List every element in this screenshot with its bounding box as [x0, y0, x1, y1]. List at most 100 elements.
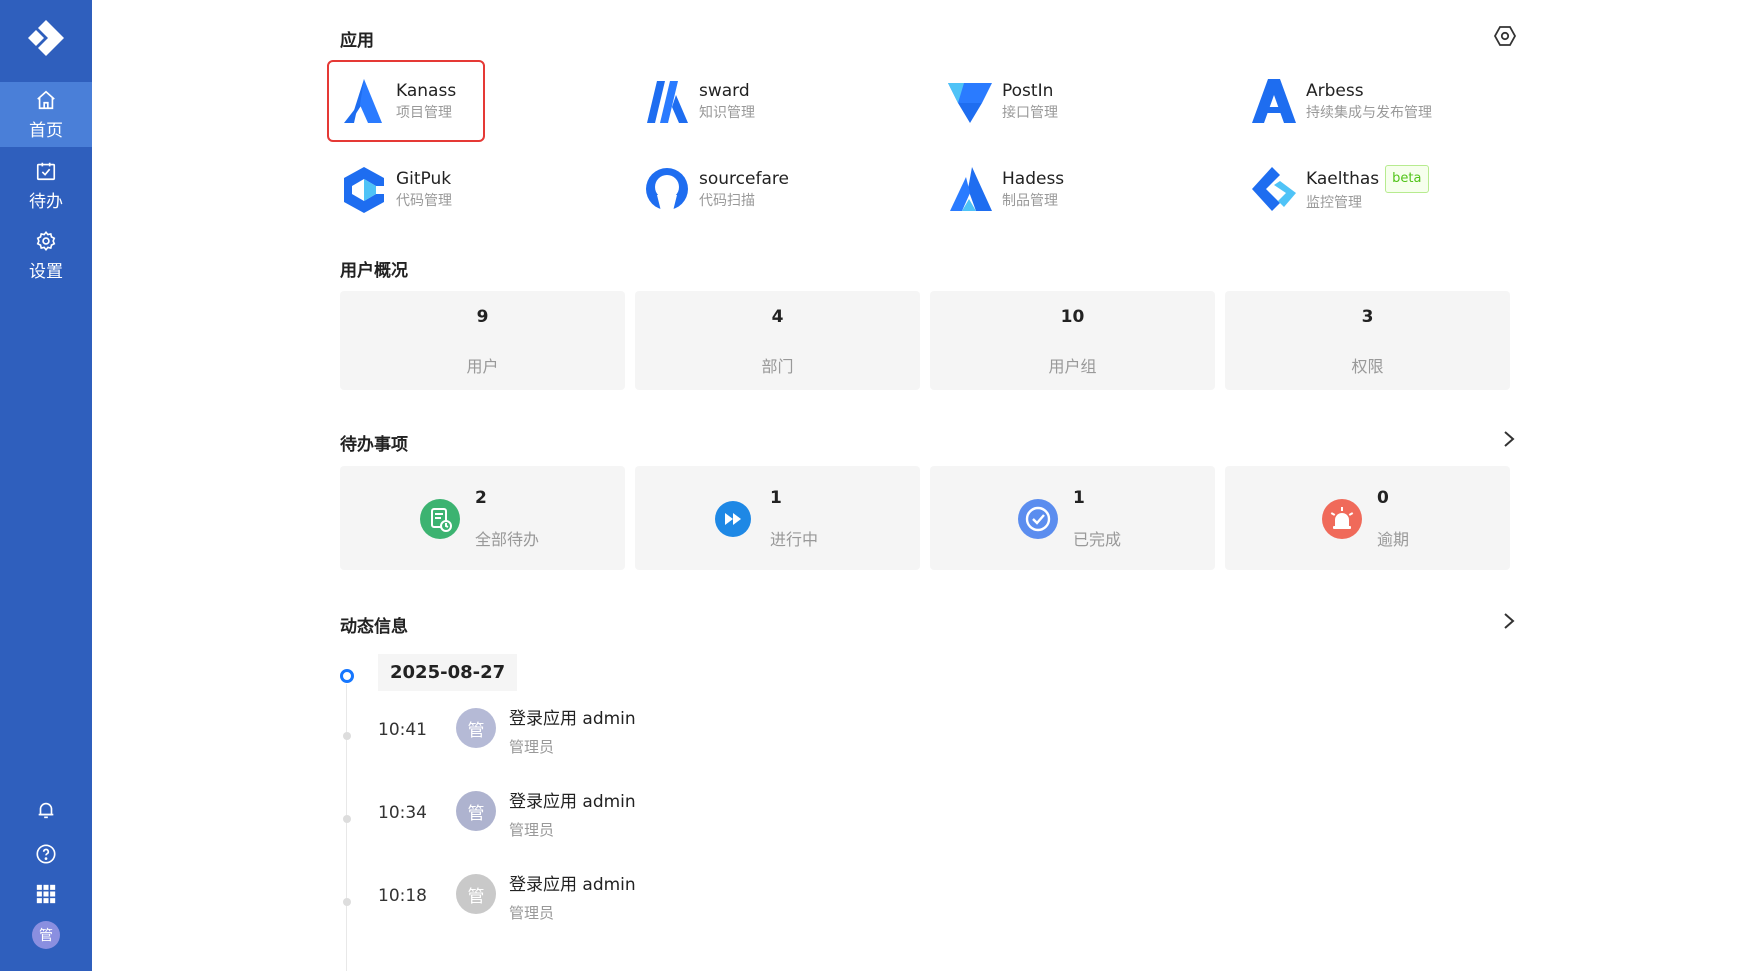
app-postin[interactable]: PostIn 接口管理	[946, 69, 1058, 133]
app-desc: 代码管理	[396, 193, 452, 209]
chevron-right-icon[interactable]	[1502, 430, 1516, 448]
app-name: Kanass	[396, 81, 457, 101]
gitpuk-logo-icon	[344, 167, 384, 213]
sidebar-item-label: 首页	[29, 120, 63, 141]
timeline-dot	[343, 815, 351, 823]
app-kanass[interactable]: Kanass 项目管理	[340, 69, 456, 133]
todo-label: 逾期	[1377, 530, 1410, 549]
stat-card-user-groups[interactable]: 10 用户组	[930, 291, 1215, 390]
stat-label: 用户组	[1048, 357, 1097, 376]
app-desc: 接口管理	[1002, 105, 1058, 121]
timeline-date-marker	[340, 669, 354, 683]
app-name: Arbess	[1306, 81, 1364, 101]
beta-badge: beta	[1385, 165, 1429, 193]
sidebar: 首页 待办 设置 管	[0, 0, 92, 971]
todo-card-completed[interactable]: 1 已完成	[930, 466, 1215, 570]
todo-value: 2	[475, 488, 487, 508]
app-desc: 持续集成与发布管理	[1306, 105, 1432, 121]
avatar: 管	[456, 791, 496, 831]
activity-action: 登录应用 admin	[509, 875, 636, 895]
app-name: Hadess	[1002, 169, 1065, 189]
activity-time: 10:41	[378, 720, 427, 740]
app-arbess[interactable]: Arbess 持续集成与发布管理	[1250, 69, 1432, 133]
chevron-right-icon[interactable]	[1502, 612, 1516, 630]
avatar: 管	[32, 921, 60, 949]
activity-time: 10:34	[378, 803, 427, 823]
app-name: sward	[699, 81, 750, 101]
task-list-icon	[420, 499, 460, 539]
help-icon	[36, 844, 56, 864]
app-hadess[interactable]: Hadess 制品管理	[946, 157, 1064, 221]
app-name: Kaelthas beta	[1306, 165, 1429, 193]
sidebar-item-settings[interactable]: 设置	[0, 223, 92, 288]
stat-value: 4	[771, 307, 784, 327]
sward-logo-icon	[647, 81, 688, 123]
app-grid-button[interactable]	[0, 883, 92, 905]
bell-icon	[38, 802, 54, 819]
sidebar-item-label: 待办	[29, 191, 63, 212]
alarm-icon	[1322, 499, 1362, 539]
app-name: PostIn	[1002, 81, 1054, 101]
todo-label: 全部待办	[475, 530, 540, 549]
activity-role: 管理员	[509, 904, 555, 922]
user-avatar-button[interactable]: 管	[0, 921, 92, 949]
app-gitpuk[interactable]: GitPuk 代码管理	[340, 157, 452, 221]
hadess-logo-icon	[950, 167, 992, 211]
todo-card-all[interactable]: 2 全部待办	[340, 466, 625, 570]
todos-section-title: 待办事项	[340, 435, 408, 455]
kanass-logo-icon	[344, 79, 382, 123]
app-name: sourcefare	[699, 169, 789, 189]
avatar: 管	[456, 708, 496, 748]
overview-section-title: 用户概况	[340, 261, 408, 281]
todo-value: 1	[770, 488, 782, 508]
sourcefare-logo-icon	[646, 168, 688, 211]
stat-card-users[interactable]: 9 用户	[340, 291, 625, 390]
stat-card-permissions[interactable]: 3 权限	[1225, 291, 1510, 390]
app-desc: 代码扫描	[699, 193, 755, 209]
stat-label: 用户	[466, 357, 499, 376]
check-circle-icon	[1018, 499, 1058, 539]
todo-value: 0	[1377, 488, 1389, 508]
todo-value: 1	[1073, 488, 1085, 508]
app-name-text: Kaelthas	[1306, 169, 1380, 189]
timeline-date: 2025-08-27	[378, 654, 518, 691]
timeline-dot	[343, 898, 351, 906]
todo-card-overdue[interactable]: 0 逾期	[1225, 466, 1510, 570]
timeline-line	[346, 684, 347, 971]
kaelthas-logo-icon	[1252, 167, 1296, 211]
grid-icon	[36, 884, 56, 904]
app-name: GitPuk	[396, 169, 452, 189]
home-icon	[37, 90, 55, 109]
app-settings-icon[interactable]	[1493, 24, 1517, 48]
calendar-check-icon	[36, 162, 56, 180]
fast-forward-icon	[715, 501, 751, 537]
avatar: 管	[456, 874, 496, 914]
app-kaelthas[interactable]: Kaelthas beta 监控管理	[1250, 157, 1429, 221]
app-sourcefare[interactable]: sourcefare 代码扫描	[643, 157, 789, 221]
stat-label: 权限	[1351, 357, 1384, 376]
activity-action: 登录应用 admin	[509, 709, 636, 729]
apps-section-title: 应用	[340, 31, 374, 51]
todo-label: 进行中	[770, 530, 819, 549]
sidebar-item-todo[interactable]: 待办	[0, 153, 92, 218]
app-desc: 监控管理	[1306, 195, 1362, 211]
timeline-dot	[343, 732, 351, 740]
stat-label: 部门	[761, 357, 794, 376]
sidebar-item-home[interactable]: 首页	[0, 82, 92, 147]
activity-role: 管理员	[509, 821, 555, 839]
activity-action: 登录应用 admin	[509, 792, 636, 812]
sidebar-item-label: 设置	[29, 261, 63, 282]
app-sward[interactable]: sward 知识管理	[643, 69, 755, 133]
todo-card-in-progress[interactable]: 1 进行中	[635, 466, 920, 570]
help-button[interactable]	[0, 843, 92, 865]
stat-card-departments[interactable]: 4 部门	[635, 291, 920, 390]
notification-button[interactable]	[0, 799, 92, 821]
activity-section-title: 动态信息	[340, 617, 408, 637]
gear-icon	[36, 230, 56, 251]
app-desc: 项目管理	[396, 105, 452, 121]
stat-value: 9	[476, 307, 489, 327]
stat-value: 3	[1361, 307, 1374, 327]
activity-role: 管理员	[509, 738, 555, 756]
activity-time: 10:18	[378, 886, 427, 906]
app-logo[interactable]	[26, 18, 66, 58]
